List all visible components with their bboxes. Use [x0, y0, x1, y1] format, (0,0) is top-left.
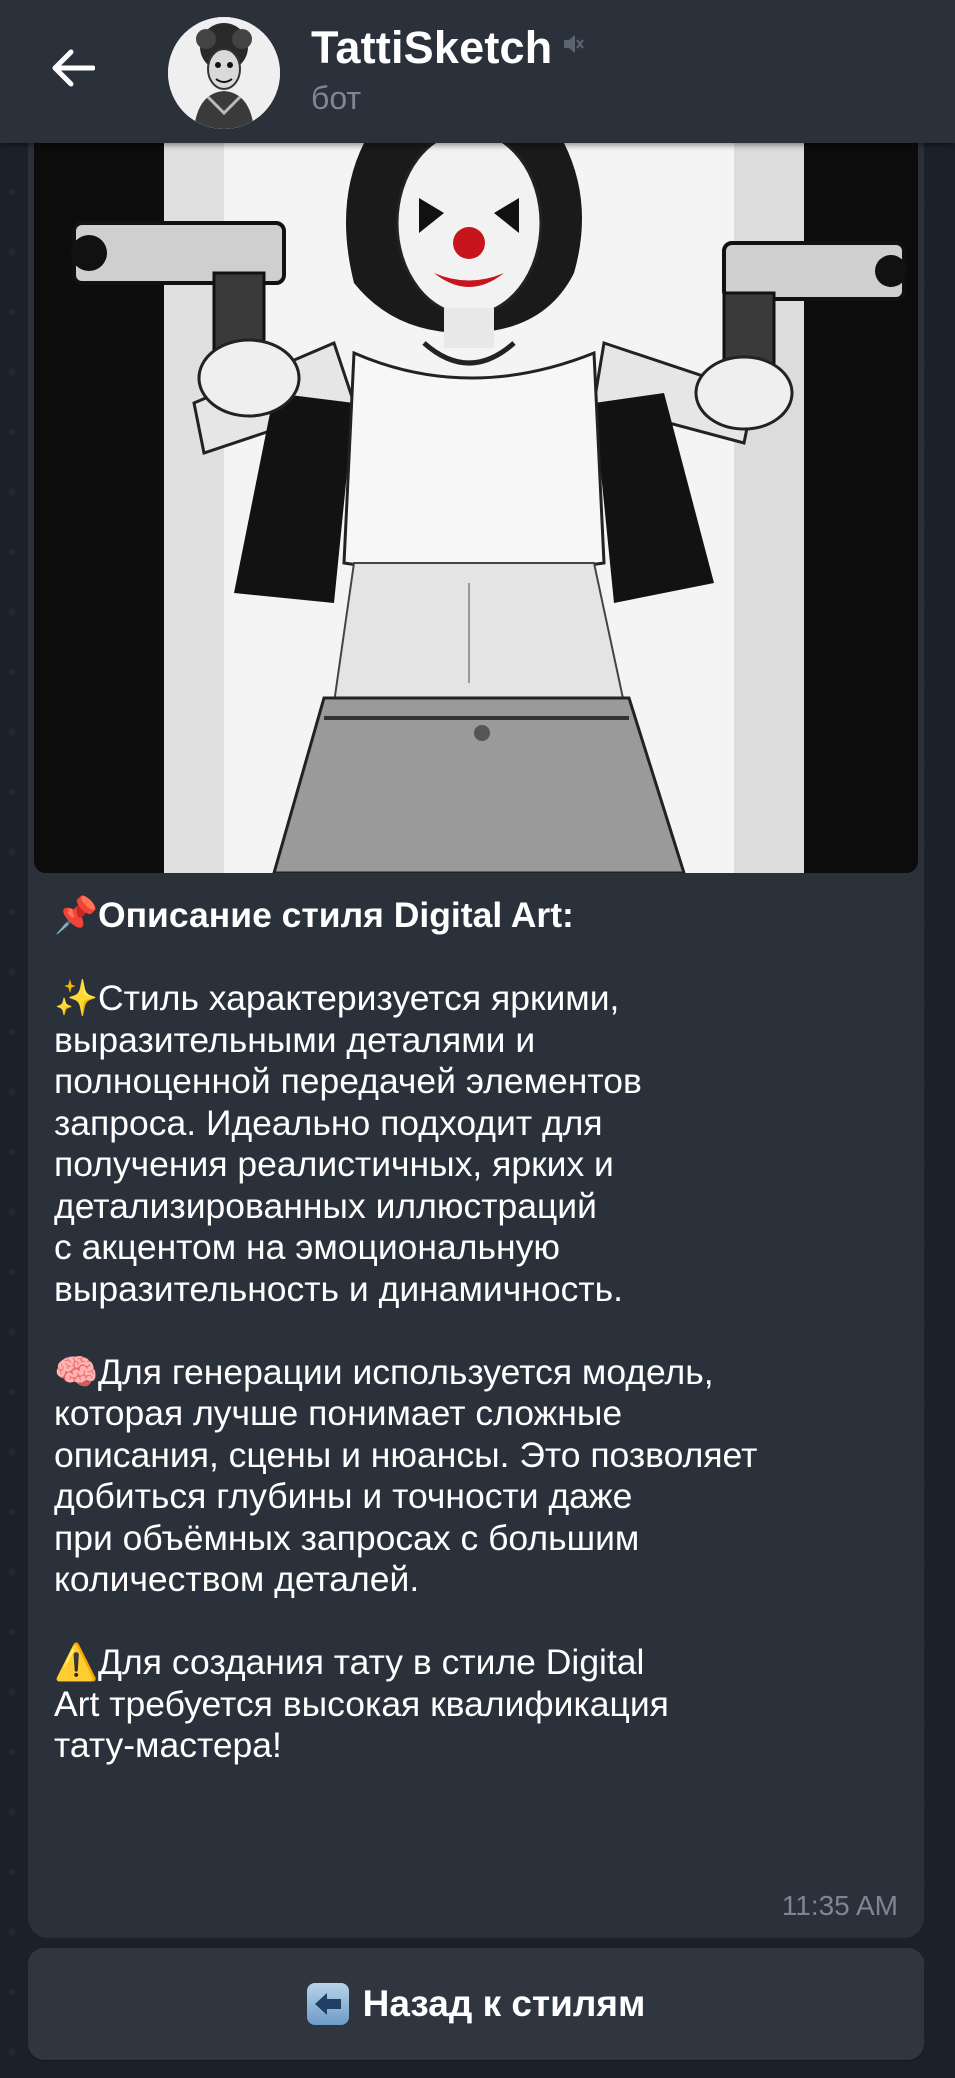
text-line: Для создания тату в стиле Digital [98, 1642, 645, 1682]
text-line: с акцентом на эмоциональную [54, 1227, 560, 1267]
arrow-left-icon [52, 49, 95, 87]
message-time: 11:35 AM [781, 1890, 898, 1921]
text-line: запроса. Идеально подходит для [54, 1102, 603, 1143]
text-line: Art требуется высокая квалификация [54, 1683, 669, 1724]
back-to-styles-label: Назад к стилям [362, 1983, 646, 2024]
message-bubble: 📌Описание стиля Digital Art: ✨Стиль хара… [28, 143, 924, 1938]
paragraph-model: 🧠Для генерации используется модель, кото… [54, 1352, 914, 1601]
paragraph-style: ✨Стиль характеризуется яркими, выразител… [54, 978, 914, 1310]
message-photo[interactable] [34, 143, 918, 873]
text-line: которая лучше понимает сложные [54, 1393, 623, 1433]
text-line: выразительность и динамичность. [54, 1268, 623, 1309]
text-line: добиться глубины и точности даже [54, 1476, 633, 1516]
back-arrow-icon [306, 1983, 349, 2025]
brain-icon: 🧠 [54, 1351, 99, 1392]
pushpin-icon: 📌 [54, 895, 99, 935]
chat-subtitle: бот [311, 80, 362, 116]
text-line: Для генерации используется модель, [98, 1351, 714, 1392]
sparkles-icon: ✨ [54, 978, 99, 1018]
text-line: выразительными деталями и [54, 1019, 536, 1060]
text-line: тату-мастера! [54, 1725, 282, 1765]
chat-header: TattiSketch бот [0, 0, 955, 143]
heading-line: 📌Описание стиля Digital Art: [54, 895, 914, 937]
paragraph-warning: ⚠️Для создания тату в стиле Digital Art … [54, 1642, 914, 1767]
text-line: полноценной передачей элементов [54, 1061, 642, 1101]
text-line: Стиль характеризуется яркими, [98, 978, 620, 1018]
warning-icon: ⚠️ [54, 1642, 99, 1682]
message-text: 📌Описание стиля Digital Art: ✨Стиль хара… [54, 895, 914, 1767]
text-line: получения реалистичных, ярких и [54, 1144, 614, 1184]
muted-speaker-icon [562, 32, 584, 61]
text-line: количеством деталей. [54, 1559, 420, 1599]
back-to-styles-button[interactable]: Назад к стилям [28, 1948, 924, 2060]
message-heading: Описание стиля Digital Art: [98, 895, 574, 935]
chat-title[interactable]: TattiSketch [311, 22, 552, 74]
text-line: при объёмных запросах с большим [54, 1517, 640, 1558]
bot-avatar[interactable] [168, 17, 280, 129]
text-line: детализированных иллюстраций [54, 1185, 597, 1226]
text-line: описания, сцены и нюансы. Это позволяет [54, 1434, 758, 1475]
back-button[interactable] [40, 36, 104, 100]
